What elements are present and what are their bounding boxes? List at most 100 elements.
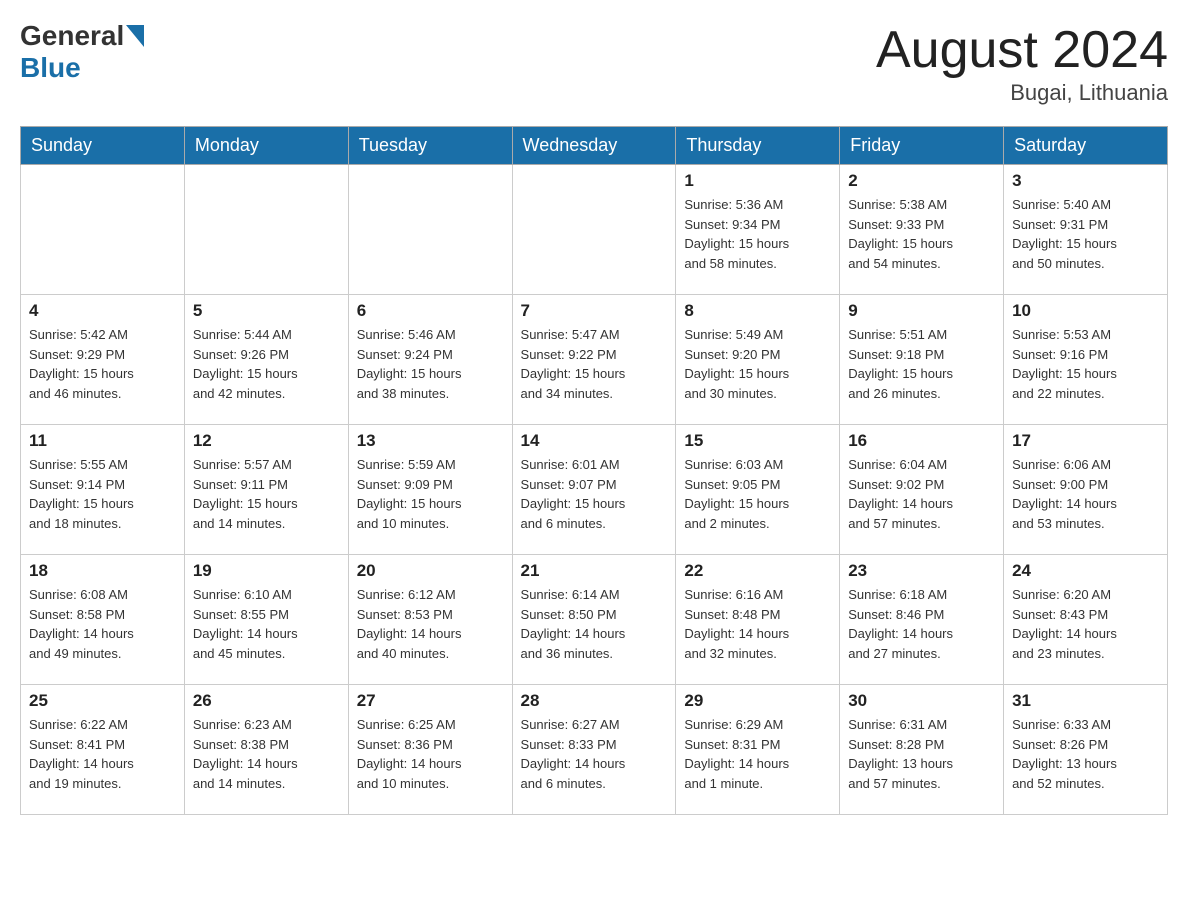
day-number: 20 <box>357 561 504 581</box>
calendar-week-2: 4 Sunrise: 5:42 AM Sunset: 9:29 PM Daylig… <box>21 295 1168 425</box>
day-info: Sunrise: 6:25 AM Sunset: 8:36 PM Dayligh… <box>357 715 504 793</box>
title-area: August 2024 Bugai, Lithuania <box>876 20 1168 106</box>
day-number: 18 <box>29 561 176 581</box>
day-info: Sunrise: 6:20 AM Sunset: 8:43 PM Dayligh… <box>1012 585 1159 663</box>
day-number: 14 <box>521 431 668 451</box>
day-number: 1 <box>684 171 831 191</box>
calendar-cell: 2 Sunrise: 5:38 AM Sunset: 9:33 PM Daylig… <box>840 165 1004 295</box>
weekday-header-row: SundayMondayTuesdayWednesdayThursdayFrid… <box>21 127 1168 165</box>
day-info: Sunrise: 5:44 AM Sunset: 9:26 PM Dayligh… <box>193 325 340 403</box>
day-info: Sunrise: 6:06 AM Sunset: 9:00 PM Dayligh… <box>1012 455 1159 533</box>
day-number: 3 <box>1012 171 1159 191</box>
calendar-cell: 22 Sunrise: 6:16 AM Sunset: 8:48 PM Dayli… <box>676 555 840 685</box>
day-info: Sunrise: 5:36 AM Sunset: 9:34 PM Dayligh… <box>684 195 831 273</box>
day-number: 2 <box>848 171 995 191</box>
calendar-cell <box>184 165 348 295</box>
day-info: Sunrise: 6:31 AM Sunset: 8:28 PM Dayligh… <box>848 715 995 793</box>
calendar-cell: 21 Sunrise: 6:14 AM Sunset: 8:50 PM Dayli… <box>512 555 676 685</box>
calendar-cell: 1 Sunrise: 5:36 AM Sunset: 9:34 PM Daylig… <box>676 165 840 295</box>
day-number: 19 <box>193 561 340 581</box>
day-number: 5 <box>193 301 340 321</box>
calendar-week-4: 18 Sunrise: 6:08 AM Sunset: 8:58 PM Dayli… <box>21 555 1168 685</box>
calendar-cell: 26 Sunrise: 6:23 AM Sunset: 8:38 PM Dayli… <box>184 685 348 815</box>
weekday-header-friday: Friday <box>840 127 1004 165</box>
day-info: Sunrise: 6:10 AM Sunset: 8:55 PM Dayligh… <box>193 585 340 663</box>
page-header: General Blue August 2024 Bugai, Lithuani… <box>20 20 1168 106</box>
calendar-cell: 8Sunrise: 5:49 AM Sunset: 9:20 PM Daylig… <box>676 295 840 425</box>
calendar-cell: 10Sunrise: 5:53 AM Sunset: 9:16 PM Dayli… <box>1004 295 1168 425</box>
calendar-cell: 15Sunrise: 6:03 AM Sunset: 9:05 PM Dayli… <box>676 425 840 555</box>
day-number: 7 <box>521 301 668 321</box>
day-number: 17 <box>1012 431 1159 451</box>
day-info: Sunrise: 5:40 AM Sunset: 9:31 PM Dayligh… <box>1012 195 1159 273</box>
day-info: Sunrise: 6:23 AM Sunset: 8:38 PM Dayligh… <box>193 715 340 793</box>
day-info: Sunrise: 5:57 AM Sunset: 9:11 PM Dayligh… <box>193 455 340 533</box>
calendar-cell: 6Sunrise: 5:46 AM Sunset: 9:24 PM Daylig… <box>348 295 512 425</box>
day-info: Sunrise: 5:49 AM Sunset: 9:20 PM Dayligh… <box>684 325 831 403</box>
calendar-cell: 9 Sunrise: 5:51 AM Sunset: 9:18 PM Daylig… <box>840 295 1004 425</box>
day-info: Sunrise: 5:51 AM Sunset: 9:18 PM Dayligh… <box>848 325 995 403</box>
day-info: Sunrise: 6:18 AM Sunset: 8:46 PM Dayligh… <box>848 585 995 663</box>
calendar-table: SundayMondayTuesdayWednesdayThursdayFrid… <box>20 126 1168 815</box>
calendar-cell <box>512 165 676 295</box>
day-number: 25 <box>29 691 176 711</box>
day-number: 23 <box>848 561 995 581</box>
day-info: Sunrise: 6:14 AM Sunset: 8:50 PM Dayligh… <box>521 585 668 663</box>
day-number: 4 <box>29 301 176 321</box>
day-info: Sunrise: 5:47 AM Sunset: 9:22 PM Dayligh… <box>521 325 668 403</box>
calendar-cell: 31Sunrise: 6:33 AM Sunset: 8:26 PM Dayli… <box>1004 685 1168 815</box>
day-info: Sunrise: 5:59 AM Sunset: 9:09 PM Dayligh… <box>357 455 504 533</box>
calendar-cell: 13 Sunrise: 5:59 AM Sunset: 9:09 PM Dayli… <box>348 425 512 555</box>
day-info: Sunrise: 6:01 AM Sunset: 9:07 PM Dayligh… <box>521 455 668 533</box>
calendar-cell: 23 Sunrise: 6:18 AM Sunset: 8:46 PM Dayli… <box>840 555 1004 685</box>
calendar-cell: 28Sunrise: 6:27 AM Sunset: 8:33 PM Dayli… <box>512 685 676 815</box>
day-number: 31 <box>1012 691 1159 711</box>
day-number: 12 <box>193 431 340 451</box>
calendar-cell <box>348 165 512 295</box>
weekday-header-monday: Monday <box>184 127 348 165</box>
day-number: 10 <box>1012 301 1159 321</box>
day-number: 11 <box>29 431 176 451</box>
calendar-cell: 4 Sunrise: 5:42 AM Sunset: 9:29 PM Daylig… <box>21 295 185 425</box>
day-info: Sunrise: 5:55 AM Sunset: 9:14 PM Dayligh… <box>29 455 176 533</box>
month-title: August 2024 <box>876 20 1168 80</box>
calendar-cell: 16 Sunrise: 6:04 AM Sunset: 9:02 PM Dayli… <box>840 425 1004 555</box>
day-number: 28 <box>521 691 668 711</box>
day-info: Sunrise: 5:38 AM Sunset: 9:33 PM Dayligh… <box>848 195 995 273</box>
day-number: 13 <box>357 431 504 451</box>
day-info: Sunrise: 6:22 AM Sunset: 8:41 PM Dayligh… <box>29 715 176 793</box>
day-number: 21 <box>521 561 668 581</box>
day-info: Sunrise: 6:16 AM Sunset: 8:48 PM Dayligh… <box>684 585 831 663</box>
day-info: Sunrise: 6:29 AM Sunset: 8:31 PM Dayligh… <box>684 715 831 793</box>
calendar-cell: 30Sunrise: 6:31 AM Sunset: 8:28 PM Dayli… <box>840 685 1004 815</box>
calendar-cell: 24 Sunrise: 6:20 AM Sunset: 8:43 PM Dayli… <box>1004 555 1168 685</box>
logo-arrow-icon <box>126 25 144 52</box>
calendar-cell: 12 Sunrise: 5:57 AM Sunset: 9:11 PM Dayli… <box>184 425 348 555</box>
day-number: 16 <box>848 431 995 451</box>
weekday-header-tuesday: Tuesday <box>348 127 512 165</box>
calendar-cell: 27Sunrise: 6:25 AM Sunset: 8:36 PM Dayli… <box>348 685 512 815</box>
day-info: Sunrise: 6:04 AM Sunset: 9:02 PM Dayligh… <box>848 455 995 533</box>
day-info: Sunrise: 6:12 AM Sunset: 8:53 PM Dayligh… <box>357 585 504 663</box>
location-text: Bugai, Lithuania <box>876 80 1168 106</box>
weekday-header-sunday: Sunday <box>21 127 185 165</box>
calendar-cell: 5 Sunrise: 5:44 AM Sunset: 9:26 PM Daylig… <box>184 295 348 425</box>
day-info: Sunrise: 5:46 AM Sunset: 9:24 PM Dayligh… <box>357 325 504 403</box>
day-info: Sunrise: 6:08 AM Sunset: 8:58 PM Dayligh… <box>29 585 176 663</box>
calendar-week-5: 25 Sunrise: 6:22 AM Sunset: 8:41 PM Dayli… <box>21 685 1168 815</box>
weekday-header-saturday: Saturday <box>1004 127 1168 165</box>
calendar-cell: 29Sunrise: 6:29 AM Sunset: 8:31 PM Dayli… <box>676 685 840 815</box>
logo-general-text: General <box>20 20 124 52</box>
day-number: 9 <box>848 301 995 321</box>
logo: General Blue <box>20 20 144 84</box>
calendar-cell: 3 Sunrise: 5:40 AM Sunset: 9:31 PM Daylig… <box>1004 165 1168 295</box>
calendar-cell: 17 Sunrise: 6:06 AM Sunset: 9:00 PM Dayli… <box>1004 425 1168 555</box>
day-info: Sunrise: 5:42 AM Sunset: 9:29 PM Dayligh… <box>29 325 176 403</box>
day-number: 26 <box>193 691 340 711</box>
day-number: 22 <box>684 561 831 581</box>
calendar-week-3: 11 Sunrise: 5:55 AM Sunset: 9:14 PM Dayli… <box>21 425 1168 555</box>
weekday-header-thursday: Thursday <box>676 127 840 165</box>
day-number: 24 <box>1012 561 1159 581</box>
weekday-header-wednesday: Wednesday <box>512 127 676 165</box>
day-info: Sunrise: 6:03 AM Sunset: 9:05 PM Dayligh… <box>684 455 831 533</box>
